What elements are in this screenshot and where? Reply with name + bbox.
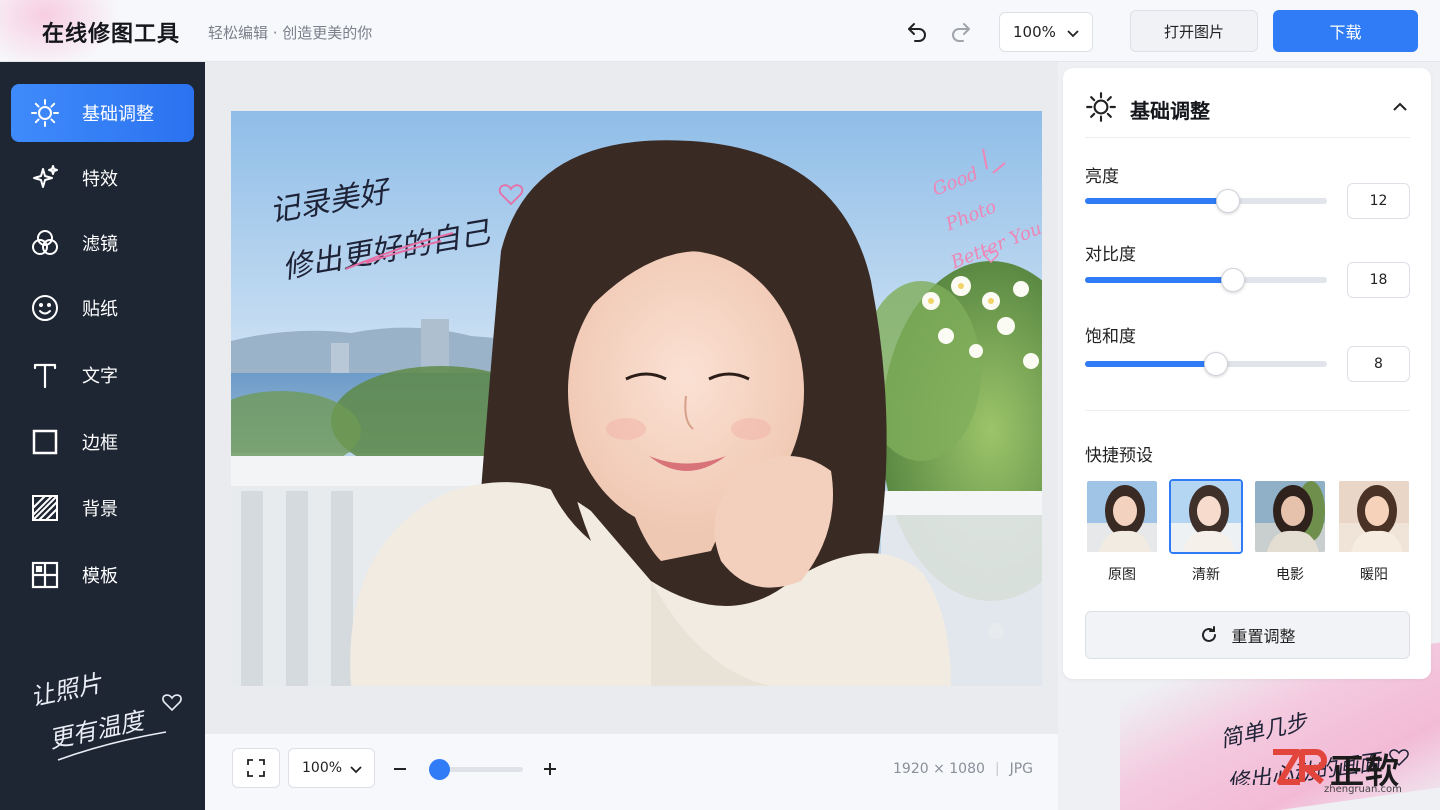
sidebar-item-filters[interactable]: 滤镜: [11, 214, 194, 272]
saturation-slider-knob[interactable]: [1203, 352, 1228, 376]
contrast-slider-fill: [1085, 277, 1233, 283]
sparkle-icon: [33, 165, 58, 188]
saturation-slider-fill: [1085, 361, 1216, 367]
plus-icon: [544, 763, 556, 775]
sun-icon: [31, 99, 59, 127]
tool-sidebar: 基础调整 特效 滤镜 贴纸 文字 边框 背景 模板 让照片 更有温度: [0, 62, 205, 810]
saturation-slider[interactable]: [1085, 352, 1327, 376]
preset-label: 电影: [1276, 567, 1304, 583]
zoom-select[interactable]: 100%: [999, 12, 1093, 52]
download-button[interactable]: 下载: [1273, 10, 1418, 52]
sidebar-item-effects[interactable]: 特效: [11, 149, 194, 207]
sidebar-item-label: 模板: [82, 566, 118, 587]
presets-title: 快捷预设: [1085, 446, 1153, 466]
sidebar-item-label: 背景: [82, 499, 118, 520]
sidebar-item-frame[interactable]: 边框: [11, 413, 194, 471]
preset-thumbnail: [1169, 479, 1243, 554]
undo-icon: [908, 23, 926, 42]
saturation-label: 饱和度: [1085, 327, 1136, 347]
divider: |: [994, 761, 1000, 777]
sidebar-item-templates[interactable]: 模板: [11, 546, 194, 604]
canvas-bottom-bar: 100% 1920 × 1080 | JPG: [205, 734, 1058, 810]
template-grid-icon: [31, 561, 59, 589]
sidebar-item-text[interactable]: 文字: [11, 346, 194, 404]
sidebar-item-background[interactable]: 背景: [11, 479, 194, 537]
zoom-value: 100%: [1013, 23, 1056, 41]
handwriting-line-1: 让照片: [28, 669, 106, 712]
canvas-area: 记录美好 修出更好的自己 Good Photo Better You: [205, 62, 1058, 734]
preset-thumbnail: [1337, 479, 1411, 554]
image-info: 1920 × 1080 | JPG: [893, 761, 1033, 777]
brightness-value-input[interactable]: 12: [1347, 183, 1410, 219]
redo-icon: [952, 23, 970, 42]
minus-icon: [394, 768, 406, 770]
sidebar-item-stickers[interactable]: 贴纸: [11, 279, 194, 337]
brightness-slider-fill: [1085, 198, 1228, 204]
brightness-label: 亮度: [1085, 167, 1119, 187]
preset-thumbnail: [1253, 479, 1327, 554]
contrast-slider-knob[interactable]: [1220, 268, 1245, 292]
text-icon: [33, 363, 57, 389]
contrast-label: 对比度: [1085, 245, 1136, 265]
refresh-icon: [1202, 626, 1217, 642]
image-format: JPG: [1009, 761, 1034, 777]
saturation-value-input[interactable]: 8: [1347, 346, 1410, 382]
top-bar: 在线修图工具 轻松编辑 · 创造更美的你 100% 打开图片 下载: [0, 0, 1440, 70]
edited-photo[interactable]: 记录美好 修出更好的自己 Good Photo Better You: [231, 111, 1042, 686]
heart-icon: [162, 694, 182, 712]
brand-logo: 正软 zhengruan.com: [1270, 742, 1430, 802]
sidebar-item-label: 文字: [82, 366, 118, 387]
open-image-button[interactable]: 打开图片: [1130, 10, 1258, 52]
undo-button[interactable]: [902, 16, 932, 46]
background-hatch-icon: [32, 495, 58, 521]
brightness-slider[interactable]: [1085, 189, 1327, 213]
divider: [1085, 410, 1410, 411]
smiley-icon: [32, 295, 58, 321]
zoom-in-button[interactable]: [535, 754, 565, 784]
sun-icon: [1086, 92, 1116, 122]
adjust-panel: 基础调整 亮度 12 对比度 18 饱和度 8 快捷预设 原图 清新 电影 暖阳…: [1063, 68, 1431, 679]
fit-screen-button[interactable]: [232, 748, 280, 788]
preset-original[interactable]: 原图: [1085, 479, 1159, 584]
image-dimensions: 1920 × 1080: [893, 761, 985, 777]
zoom-slider-knob[interactable]: [429, 759, 451, 780]
preset-warm-sun[interactable]: 暖阳: [1337, 479, 1411, 584]
chevron-down-icon: [1067, 30, 1079, 38]
sidebar-item-basic-adjust[interactable]: 基础调整: [11, 84, 194, 142]
chevron-down-icon: [350, 766, 362, 774]
sidebar-item-label: 边框: [82, 433, 118, 454]
portrait-photo: 记录美好 修出更好的自己 Good Photo Better You: [231, 111, 1042, 686]
brightness-slider-knob[interactable]: [1215, 189, 1240, 213]
zoom-out-button[interactable]: [385, 754, 415, 784]
reset-adjust-button[interactable]: 重置调整: [1085, 611, 1410, 659]
panel-title: 基础调整: [1130, 99, 1210, 123]
sidebar-handwriting: 让照片 更有温度: [28, 669, 182, 761]
contrast-value-input[interactable]: 18: [1347, 262, 1410, 298]
preset-cinema[interactable]: 电影: [1253, 479, 1327, 584]
zoom-select-bottom[interactable]: 100%: [288, 748, 375, 788]
preset-label: 清新: [1192, 567, 1220, 583]
sidebar-item-label: 滤镜: [82, 234, 118, 255]
frame-icon: [32, 429, 58, 455]
divider: [1085, 137, 1410, 138]
preset-fresh[interactable]: 清新: [1169, 479, 1243, 584]
preset-label: 原图: [1108, 567, 1136, 583]
fullscreen-icon: [247, 759, 265, 777]
preset-label: 暖阳: [1360, 567, 1388, 583]
zr-logo-icon: [1273, 749, 1327, 785]
filter-circles-icon: [32, 230, 58, 255]
logo-url: zhengruan.com: [1324, 784, 1402, 795]
app-title: 在线修图工具: [42, 22, 181, 47]
sidebar-item-label: 贴纸: [82, 299, 118, 320]
zoom-slider[interactable]: [429, 759, 523, 780]
reset-label: 重置调整: [1231, 627, 1296, 646]
sidebar-item-label: 特效: [82, 169, 118, 190]
chevron-up-icon[interactable]: [1389, 96, 1411, 118]
sidebar-item-label: 基础调整: [82, 104, 154, 125]
preset-thumbnail: [1085, 479, 1159, 554]
app-subtitle: 轻松编辑 · 创造更美的你: [208, 24, 373, 42]
contrast-slider[interactable]: [1085, 268, 1327, 292]
zoom-value: 100%: [302, 760, 343, 776]
redo-button[interactable]: [946, 16, 976, 46]
